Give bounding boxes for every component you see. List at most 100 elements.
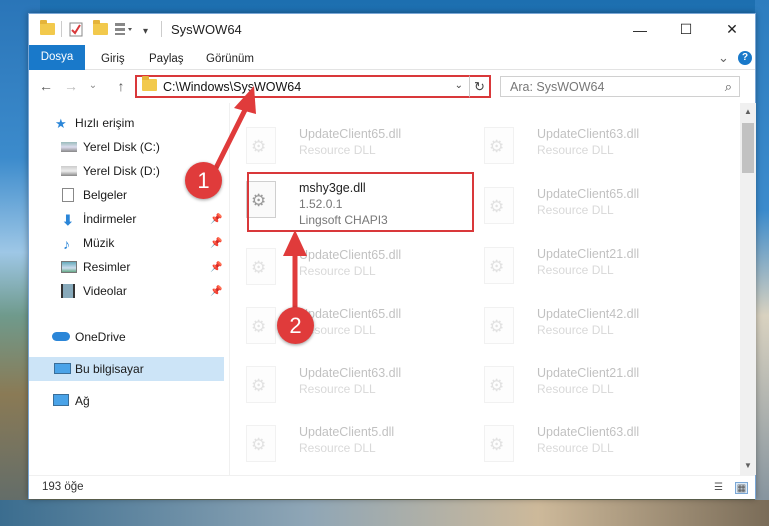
file-name: UpdateClient65.dll: [537, 187, 640, 201]
list-item[interactable]: UpdateClient65.dll Resource DLL: [230, 123, 460, 179]
back-button[interactable]: ←: [37, 77, 55, 95]
address-bar[interactable]: C:\Windows\SysWOW64 ⌄: [135, 75, 491, 98]
pin-icon[interactable]: 📌: [210, 214, 222, 225]
list-item[interactable]: UpdateClient63.dll Resource DLL: [468, 123, 698, 179]
dll-file-icon: [246, 425, 276, 462]
list-item[interactable]: UpdateClient65.dll Resource DLL: [468, 183, 698, 239]
dll-file-icon: [484, 127, 514, 164]
list-item[interactable]: UpdateClient63.dll Resource DLL: [468, 421, 698, 475]
sidebar-item-label: Ağ: [75, 394, 90, 408]
address-dropdown-icon[interactable]: ⌄: [455, 80, 463, 91]
properties-icon[interactable]: [69, 21, 84, 37]
status-bar: 193 öğe ☰ ▦: [29, 475, 755, 499]
sidebar-item-label: Hızlı erişim: [75, 116, 135, 130]
pin-icon[interactable]: 📌: [210, 262, 222, 273]
sidebar-item-downloads[interactable]: ⬇ İndirmeler 📌: [29, 207, 224, 231]
search-placeholder: Ara: SysWOW64: [510, 80, 605, 94]
ribbon-tabs: Dosya Giriş Paylaş Görünüm ⌄ ?: [29, 45, 755, 70]
quick-access-dropdown-icon[interactable]: ▾: [143, 23, 148, 39]
sidebar-item-pictures[interactable]: Resimler 📌: [29, 255, 224, 279]
sidebar-item-videos[interactable]: Videolar 📌: [29, 279, 224, 303]
dll-file-icon: [246, 366, 276, 403]
callout-badge-2: 2: [277, 307, 314, 344]
desktop-background-right: [755, 0, 769, 526]
dll-file-icon: [246, 127, 276, 164]
list-item[interactable]: UpdateClient21.dll Resource DLL: [468, 243, 698, 299]
file-name: UpdateClient21.dll: [537, 366, 640, 380]
sidebar-item-label: Yerel Disk (C:): [83, 140, 160, 154]
sidebar-item-drive-c[interactable]: Yerel Disk (C:): [29, 135, 224, 159]
dll-file-icon: [484, 247, 514, 284]
dll-file-icon: [484, 425, 514, 462]
address-path: C:\Windows\SysWOW64: [163, 79, 302, 94]
file-type: Resource DLL: [299, 264, 376, 278]
dll-file-icon: [484, 366, 514, 403]
list-item[interactable]: UpdateClient65.dll Resource DLL: [230, 244, 460, 300]
close-button[interactable]: ✕: [709, 14, 755, 45]
sidebar-item-quick-access[interactable]: ★ Hızlı erişim: [29, 111, 224, 135]
file-name: UpdateClient42.dll: [537, 307, 640, 321]
file-type: Resource DLL: [299, 441, 376, 455]
window-folder-icon: [40, 20, 55, 37]
file-type: Resource DLL: [537, 203, 614, 217]
refresh-button[interactable]: ↻: [469, 75, 491, 98]
file-name: UpdateClient63.dll: [299, 366, 402, 380]
music-icon: ♪: [63, 236, 70, 252]
file-list: UpdateClient65.dll Resource DLL mshy3ge.…: [230, 103, 740, 475]
file-name: UpdateClient65.dll: [299, 307, 402, 321]
title-bar: ▾ SysWOW64 — ☐ ✕: [29, 14, 755, 45]
scroll-up-icon[interactable]: ▲: [740, 105, 756, 119]
file-type: Resource DLL: [537, 382, 614, 396]
up-button[interactable]: ↑: [112, 77, 130, 95]
new-folder-icon[interactable]: [93, 20, 108, 37]
list-item[interactable]: UpdateClient63.dll Resource DLL: [230, 362, 460, 418]
sidebar-item-network[interactable]: Ağ: [29, 389, 224, 413]
list-item[interactable]: UpdateClient65.dll Resource DLL: [230, 303, 460, 359]
minimize-button[interactable]: —: [617, 14, 663, 45]
dll-file-icon: [484, 187, 514, 224]
sidebar-item-label: Belgeler: [83, 188, 128, 202]
scroll-down-icon[interactable]: ▼: [740, 459, 756, 473]
tab-file[interactable]: Dosya: [29, 45, 85, 70]
customize-toolbar-icon[interactable]: [114, 21, 136, 37]
ribbon-collapse-icon[interactable]: ⌄: [718, 47, 729, 68]
drive-icon: [61, 142, 77, 152]
navigation-pane: ★ Hızlı erişim Yerel Disk (C:) Yerel Dis…: [29, 103, 224, 475]
address-folder-icon: [142, 76, 157, 94]
sidebar-item-this-pc[interactable]: Bu bilgisayar: [29, 357, 224, 381]
sidebar-item-music[interactable]: ♪ Müzik 📌: [29, 231, 224, 255]
tiles-view-icon[interactable]: ▦: [735, 482, 748, 494]
search-input[interactable]: Ara: SysWOW64 ⌕: [500, 76, 740, 97]
computer-icon: [54, 363, 71, 374]
file-name: UpdateClient63.dll: [537, 425, 640, 439]
sidebar-item-label: Resimler: [83, 260, 131, 274]
details-view-icon[interactable]: ☰: [712, 482, 725, 494]
dll-file-icon: [484, 307, 514, 344]
list-item[interactable]: UpdateClient5.dll Resource DLL: [230, 421, 460, 475]
tab-view[interactable]: Görünüm: [206, 49, 254, 70]
pin-icon[interactable]: 📌: [210, 286, 222, 297]
pictures-icon: [61, 261, 77, 273]
maximize-button[interactable]: ☐: [663, 14, 709, 45]
file-name: UpdateClient21.dll: [537, 247, 640, 261]
recent-locations-button[interactable]: ⌄: [84, 77, 102, 95]
dll-file-icon: [246, 307, 276, 344]
file-type: Resource DLL: [537, 263, 614, 277]
file-explorer-window: ▾ SysWOW64 — ☐ ✕ Dosya Giriş Paylaş Görü…: [28, 13, 756, 499]
list-item[interactable]: UpdateClient21.dll Resource DLL: [468, 362, 698, 418]
forward-button[interactable]: →: [62, 77, 80, 95]
file-name: UpdateClient5.dll: [299, 425, 395, 439]
tab-share[interactable]: Paylaş: [149, 49, 184, 70]
tab-home[interactable]: Giriş: [101, 49, 125, 70]
scrollbar-thumb[interactable]: [742, 123, 754, 173]
vertical-scrollbar[interactable]: ▲ ▼: [740, 103, 756, 475]
sidebar-item-onedrive[interactable]: OneDrive: [29, 325, 224, 349]
file-type: Resource DLL: [537, 441, 614, 455]
pin-icon[interactable]: 📌: [210, 238, 222, 249]
sidebar-item-label: İndirmeler: [83, 212, 137, 226]
sidebar-item-label: Videolar: [83, 284, 127, 298]
list-item[interactable]: UpdateClient42.dll Resource DLL: [468, 303, 698, 359]
help-icon[interactable]: ?: [738, 51, 752, 65]
file-name: UpdateClient65.dll: [299, 127, 402, 141]
cloud-icon: [52, 332, 70, 341]
